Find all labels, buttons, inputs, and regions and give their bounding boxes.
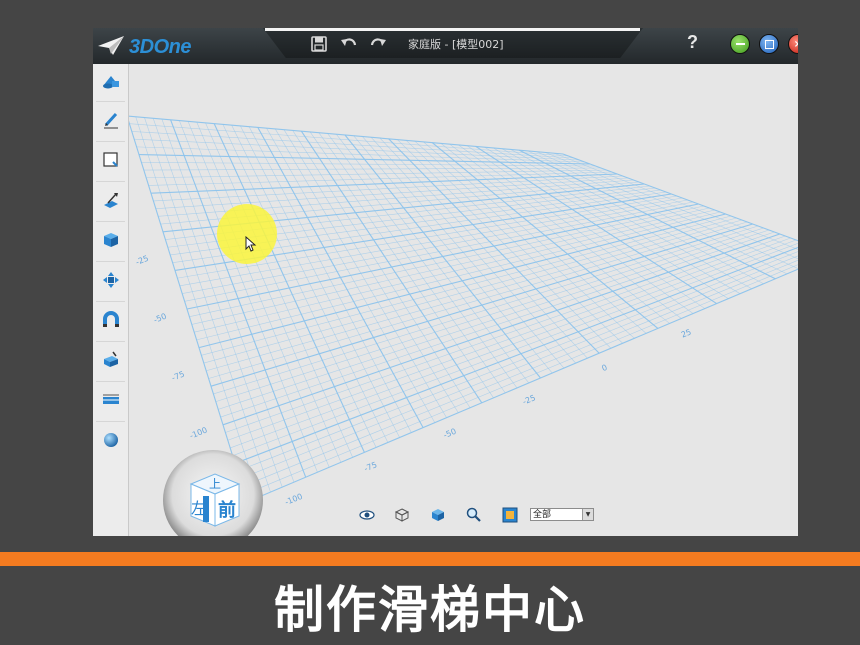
toolbar-divider: [96, 221, 125, 222]
square-sketch-icon: [102, 151, 120, 173]
grid-line: [246, 268, 798, 503]
grid-line: [388, 138, 600, 354]
chevron-down-icon[interactable]: ▼: [582, 509, 593, 520]
grid-line: [206, 219, 742, 372]
distance-measure-tool[interactable]: [96, 387, 126, 417]
render-icon[interactable]: [501, 506, 519, 524]
toolbar-divider: [96, 341, 125, 342]
sketch-tool[interactable]: [96, 107, 126, 137]
extrude-icon: [102, 191, 120, 213]
filter-select-value: 全部: [533, 510, 552, 520]
filter-select[interactable]: 全部 ▼: [530, 508, 594, 521]
toolbar-divider: [96, 261, 125, 262]
minus-icon: [735, 43, 745, 45]
close-icon: ×: [793, 38, 798, 50]
combine-tool[interactable]: [96, 227, 126, 257]
grid-line: [493, 147, 741, 294]
pencil-icon: [102, 111, 120, 133]
render-color-tool[interactable]: [96, 427, 126, 457]
view-cube-front-label: 前: [218, 499, 236, 521]
axis-tick-label: -25: [521, 393, 536, 406]
close-button[interactable]: ×: [788, 34, 798, 54]
grid-line: [201, 215, 732, 356]
assembly-icon: [102, 351, 120, 373]
restore-icon: [764, 39, 774, 49]
mouse-pointer-icon: [245, 235, 257, 256]
cube-icon: [102, 231, 120, 253]
adsorb-tool[interactable]: [96, 307, 126, 337]
grid-line: [562, 153, 798, 242]
app-window: 3DOne 家庭版 - [模型002] ? × -25 -50 -75 -100…: [93, 28, 798, 536]
sphere-icon: [102, 431, 120, 453]
title-bar: 3DOne 家庭版 - [模型002] ? ×: [93, 28, 798, 64]
assembly-tool[interactable]: [96, 347, 126, 377]
axis-tick-label: -50: [442, 427, 457, 440]
grid-line: [218, 229, 770, 410]
grid-line: [545, 152, 798, 259]
axis-tick-label: -100: [284, 492, 304, 507]
slide-accent-bar: [0, 552, 860, 566]
view-icon[interactable]: [358, 506, 376, 524]
view-cube-top-label: 上: [209, 477, 221, 491]
shaded-icon[interactable]: [429, 506, 447, 524]
axis-tick-label: 0: [601, 363, 609, 373]
document-title: 家庭版 - [模型002]: [408, 38, 504, 51]
basic-solid-icon: [102, 74, 120, 93]
zoom-icon[interactable]: [465, 506, 483, 524]
axis-tick-label: -50: [152, 312, 167, 325]
grid-line: [458, 144, 694, 314]
magnet-icon: [102, 311, 120, 333]
toolbar-divider: [96, 141, 125, 142]
view-cube-left-label: 左: [191, 499, 207, 518]
toolbar-divider: [96, 381, 125, 382]
restore-button[interactable]: [759, 34, 779, 54]
undo-icon[interactable]: [339, 34, 359, 54]
axis-tick-label: -75: [363, 460, 378, 473]
axis-tick-label: 25: [680, 327, 693, 339]
move-tool[interactable]: [96, 267, 126, 297]
toolbar-divider: [96, 101, 125, 102]
view-cube[interactable]: 上 左 前: [163, 450, 263, 536]
toolbar-divider: [96, 301, 125, 302]
3d-viewport[interactable]: -25-50-75-100-125-100-75-50-25025 上 左 前: [129, 64, 798, 536]
ruler-icon: [102, 391, 120, 413]
help-icon[interactable]: ?: [687, 32, 698, 53]
app-logo[interactable]: 3DOne: [97, 34, 191, 60]
grid-line: [519, 149, 776, 280]
logo-text: 3DOne: [129, 35, 191, 58]
special-features-tool[interactable]: [96, 187, 126, 217]
redo-icon[interactable]: [368, 34, 388, 54]
toolbar-divider: [96, 421, 125, 422]
slide-caption: 制作滑梯中心: [274, 581, 586, 639]
toolbar-divider: [96, 181, 125, 182]
basic-solid-tool[interactable]: [96, 68, 126, 98]
left-toolbar: [93, 64, 129, 536]
grid-line: [527, 150, 788, 275]
move-arrows-icon: [102, 271, 120, 293]
grid-line: [222, 233, 780, 426]
axis-tick-label: -25: [134, 254, 149, 267]
sketch-edit-tool[interactable]: [96, 147, 126, 177]
paper-plane-icon: [97, 34, 125, 60]
axis-tick-label: -75: [170, 370, 185, 383]
save-icon[interactable]: [309, 34, 329, 54]
wireframe-icon[interactable]: [393, 506, 411, 524]
minimize-button[interactable]: [730, 34, 750, 54]
view-cube-faces: 上 左 前: [189, 473, 241, 527]
grid-line: [536, 151, 798, 269]
axis-tick-label: -100: [188, 426, 208, 441]
title-highlight-line: [265, 28, 640, 31]
